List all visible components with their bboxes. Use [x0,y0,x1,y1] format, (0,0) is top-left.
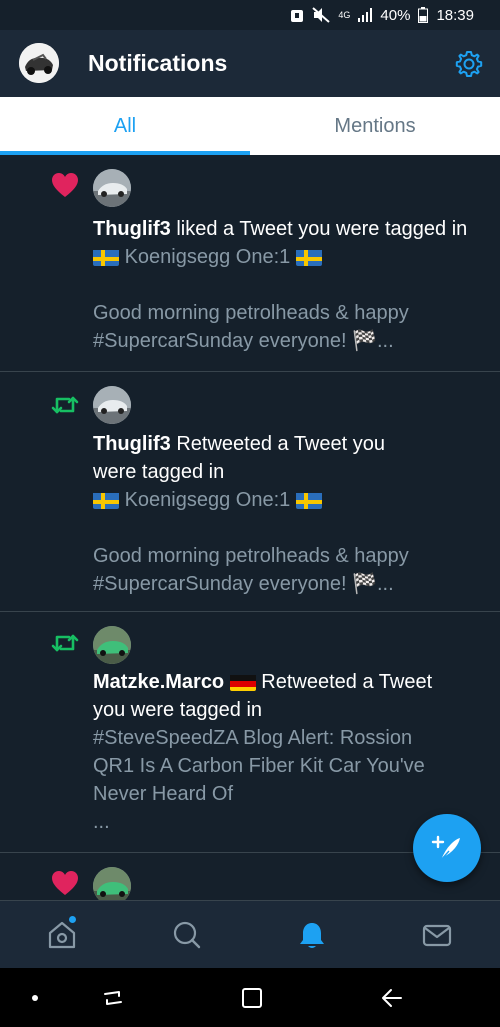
tweet-text: #SupercarSunday everyone! 🏁... [93,573,394,595]
notification-text: Matzke.Marco Retweeted a Tweet you were … [93,668,488,836]
new-content-dot [68,915,77,924]
avatar[interactable] [93,386,131,424]
system-navigation-bar [0,968,500,1027]
avatar[interactable] [93,626,131,664]
dot-icon[interactable] [22,985,48,1011]
status-bar: 4G 40% 18:39 [0,0,500,30]
battery-percent: 40% [380,6,411,24]
tweet-text: #SupercarSunday everyone! 🏁... [93,330,394,352]
tweet-author: Koenigsegg One:1 [124,246,291,268]
recent-apps-icon[interactable] [100,985,126,1011]
notification-action: Retweeted a Tweet [261,671,433,693]
compose-tweet-button[interactable] [413,814,481,882]
username[interactable]: Thuglif3 [93,218,171,240]
sweden-flag-icon [93,491,119,509]
tweet-text: #SteveSpeedZA Blog Alert: Rossion [93,727,413,749]
sweden-flag-icon [93,248,119,266]
notification-item[interactable]: Matzke.Marco Retweeted a Tweet you were … [0,612,500,853]
retweet-icon [51,396,79,414]
avatar[interactable] [93,867,131,900]
notification-text: Thuglif3 liked a Tweet you were tagged i… [93,215,488,355]
tweet-author-line: Koenigsegg One:1 [93,486,488,514]
mail-icon[interactable] [421,919,453,951]
mute-icon [312,7,331,23]
notification-action: liked a Tweet you were tagged in [176,218,468,240]
sweden-flag-icon [295,248,322,266]
username[interactable]: Thuglif3 [93,433,171,455]
compose-feather-icon [431,835,460,862]
profile-avatar[interactable] [19,43,59,83]
notification-action-cont: you were tagged in [93,699,263,721]
notification-text: Thuglif3 Retweeted a Tweet you were tagg… [93,430,488,598]
tab-all[interactable]: All [0,97,250,155]
avatar[interactable] [93,169,131,207]
notification-item[interactable]: Thuglif3 liked a Tweet you were tagged i… [0,155,500,372]
notification-feed[interactable]: Thuglif3 liked a Tweet you were tagged i… [0,155,500,900]
clock: 18:39 [436,6,474,24]
tweet-text: Good morning petrolheads & happy [93,302,409,324]
bell-icon[interactable] [296,919,328,951]
notification-tabs: All Mentions [0,97,500,155]
tweet-author: Koenigsegg One:1 [124,489,291,511]
tweet-text: QR1 Is A Carbon Fiber Kit Car You've [93,755,425,777]
signal-icon [358,8,373,22]
alarm-icon [291,10,304,22]
search-icon[interactable] [171,919,203,951]
network-type: 4G [338,9,351,20]
app-header: Notifications [0,30,500,97]
notification-action-cont: were tagged in [93,461,225,483]
bottom-nav [0,900,500,968]
heart-icon [52,173,78,197]
tweet-text: Good morning petrolheads & happy [93,545,409,567]
tab-mentions[interactable]: Mentions [250,97,500,155]
germany-flag-icon [229,673,256,691]
heart-icon [52,871,78,895]
notification-item[interactable]: Thuglif3 Retweeted a Tweet you were tagg… [0,372,500,612]
gear-icon[interactable] [454,49,484,79]
tweet-author-line: Koenigsegg One:1 [93,243,488,271]
username[interactable]: Matzke.Marco [93,671,224,693]
back-icon[interactable] [379,985,405,1011]
tweet-text: Never Heard Of [93,783,234,805]
retweet-icon [51,634,79,652]
battery-icon [418,7,429,23]
page-title: Notifications [88,50,228,76]
notification-action: Retweeted a Tweet you [176,433,385,455]
home-button-icon[interactable] [239,985,265,1011]
sweden-flag-icon [295,491,322,509]
